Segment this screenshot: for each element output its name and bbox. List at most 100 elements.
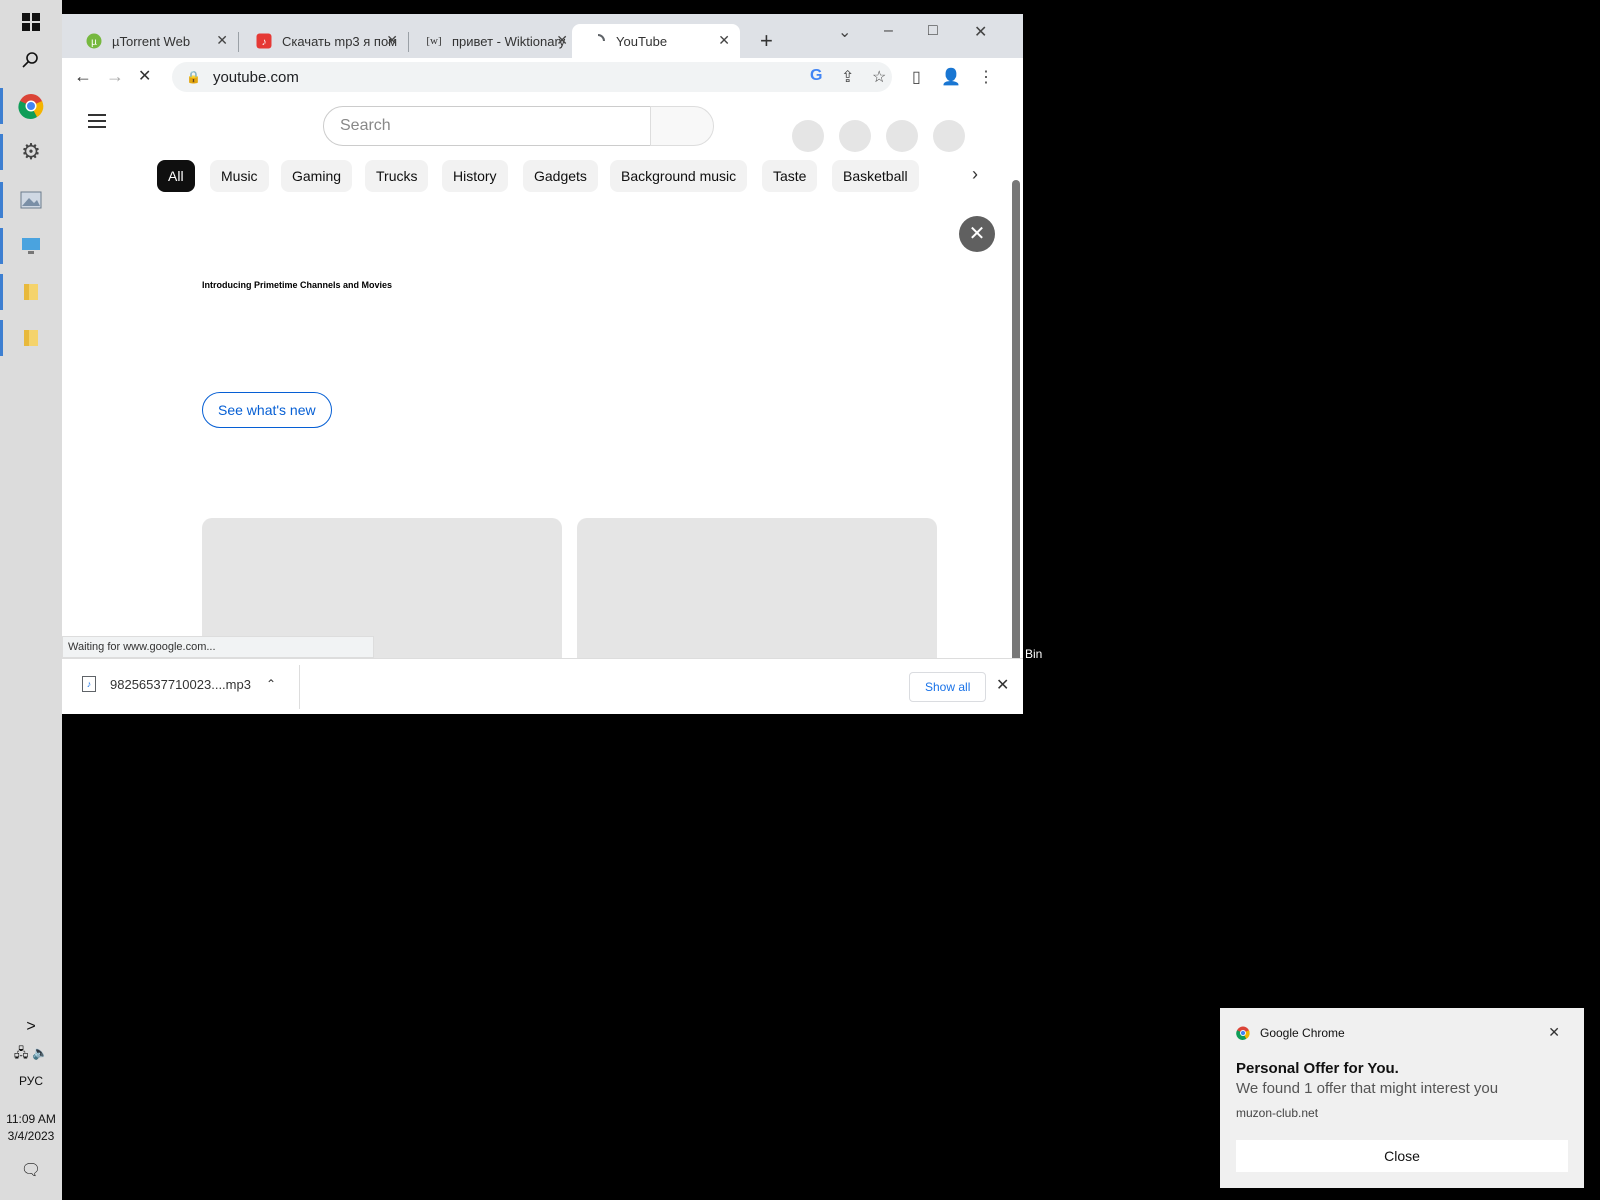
chip-history[interactable]: History [442,160,508,192]
audio-file-icon: ♪ [82,676,96,692]
gear-icon: ⚙ [21,139,41,164]
tab-search-button[interactable]: ⌄ [838,22,851,42]
taskbar-folder-1[interactable] [0,270,62,314]
chip-background-music[interactable]: Background music [610,160,748,192]
clock-date[interactable]: 3/4/2023 [0,1129,62,1143]
tab-utorrent[interactable]: µ µTorrent Web ✕ [68,24,238,58]
search-input[interactable]: Search [323,106,651,146]
youtube-page: Search All Music Gaming Trucks History G… [62,96,1023,700]
notification-title: Personal Offer for You. [1236,1060,1399,1077]
scrollbar[interactable] [1012,180,1020,700]
lock-icon[interactable]: 🔒 [186,70,201,84]
chrome-icon [18,94,44,119]
placeholder-circle [792,120,824,152]
download-bar-close-icon[interactable]: ✕ [996,675,1009,695]
download-item[interactable]: ♪ 98256537710023....mp3 [82,676,251,692]
utorrent-icon: µ [86,33,102,49]
chip-taste[interactable]: Taste [762,160,818,192]
chip-trucks[interactable]: Trucks [365,160,429,192]
windows-logo-icon [22,13,40,31]
divider [299,665,300,709]
tab-wiktionary[interactable]: [w] привет - Wiktionary ✕ [408,24,578,58]
search-icon [22,52,38,68]
taskbar-settings[interactable]: ⚙ [0,130,62,174]
taskbar-photos[interactable] [0,178,62,222]
tray-expand-button[interactable]: > [0,1018,62,1036]
folder-icon [24,284,38,300]
notification-body: We found 1 offer that might interest you [1236,1080,1499,1097]
taskbar-chrome[interactable] [0,84,62,128]
address-bar[interactable]: 🔒 youtube.com [172,62,892,92]
taskbar: ⚙ > 🖧 🔈 РУС 11:09 AM 3/4/2023 🗨 [0,0,62,1200]
chrome-window: µ µTorrent Web ✕ ♪ Скачать mp3 я пом ✕ [… [62,14,1023,714]
back-button[interactable]: ← [74,66,92,87]
google-lens-icon[interactable]: G [810,67,822,85]
language-indicator[interactable]: РУС [0,1074,62,1088]
network-icon[interactable]: 🖧 [14,1045,29,1060]
maximize-button[interactable]: □ [928,22,938,40]
tab-close-icon[interactable]: ✕ [216,32,228,49]
chrome-icon [1236,1026,1250,1040]
banner-close-button[interactable]: ✕ [959,216,995,252]
folder-icon [24,330,38,346]
notification-center-icon[interactable]: 🗨 [0,1160,62,1180]
show-all-button[interactable]: Show all [909,672,987,702]
close-window-button[interactable]: ✕ [974,22,987,42]
chrome-menu-icon[interactable]: ⋮ [978,67,994,87]
download-filename: 98256537710023....mp3 [110,676,251,692]
taskbar-folder-2[interactable] [0,316,62,360]
search-button[interactable] [0,38,62,82]
forward-button[interactable]: → [106,66,124,87]
chip-basketball[interactable]: Basketball [832,160,919,192]
wiktionary-icon: [w] [426,35,442,47]
tab-youtube[interactable]: YouTube ✕ [572,24,740,58]
chevron-up-icon[interactable]: ⌃ [266,677,276,691]
photos-icon [20,191,42,209]
tab-music-download[interactable]: ♪ Скачать mp3 я пом ✕ [238,24,408,58]
share-icon[interactable]: ⇪ [841,67,854,87]
new-tab-button[interactable]: + [760,28,773,54]
loading-spinner-icon [590,33,606,49]
stop-loading-button[interactable]: ✕ [138,66,151,86]
notification-source: muzon-club.net [1236,1106,1319,1120]
chip-gadgets[interactable]: Gadgets [523,160,598,192]
computer-icon [22,238,40,254]
placeholder-circle [839,120,871,152]
placeholder-circle [933,120,965,152]
hamburger-menu-icon[interactable] [88,114,106,128]
clock-time[interactable]: 11:09 AM [0,1112,62,1126]
chip-gaming[interactable]: Gaming [281,160,353,192]
tray-icons[interactable]: 🖧 🔈 [0,1044,62,1066]
notification-close-button[interactable]: Close [1236,1140,1568,1172]
music-site-icon: ♪ [256,33,272,49]
video-skeleton [577,518,937,658]
recycle-bin-label[interactable]: Bin [1025,647,1042,661]
tab-close-icon[interactable]: ✕ [386,32,398,49]
minimize-button[interactable]: – [884,22,893,40]
banner-title: Introducing Primetime Channels and Movie… [202,280,393,290]
svg-text:♪: ♪ [262,37,267,48]
see-whats-new-button[interactable]: See what's new [202,392,332,428]
notification-close-icon[interactable]: ✕ [1548,1024,1560,1041]
tab-close-icon[interactable]: ✕ [718,32,730,49]
search-button[interactable] [650,106,714,146]
tab-strip: µ µTorrent Web ✕ ♪ Скачать mp3 я пом ✕ [… [62,14,1023,58]
taskbar-computer[interactable] [0,224,62,268]
chevron-right-icon[interactable]: › [972,164,978,185]
tab-close-icon[interactable]: ✕ [556,32,568,49]
notification-app-name: Google Chrome [1260,1026,1345,1040]
bookmark-star-icon[interactable]: ☆ [872,67,886,87]
profile-icon[interactable]: 👤 [941,67,961,87]
chip-music[interactable]: Music [210,160,269,192]
download-bar: ♪ 98256537710023....mp3 ⌃ Show all ✕ [62,658,1023,714]
volume-icon[interactable]: 🔈 [32,1045,48,1060]
chip-all[interactable]: All [157,160,195,192]
status-bar: Waiting for www.google.com... [62,636,374,658]
side-panel-icon[interactable]: ▯ [912,67,921,87]
notification-app: Google Chrome [1236,1026,1345,1040]
url-text[interactable]: youtube.com [213,69,299,86]
chrome-notification[interactable]: Google Chrome ✕ Personal Offer for You. … [1220,1008,1584,1188]
placeholder-circle [886,120,918,152]
toolbar: ← → ✕ 🔒 youtube.com G ⇪ ☆ ▯ 👤 ⋮ [62,58,1023,96]
svg-text:µ: µ [91,37,97,48]
